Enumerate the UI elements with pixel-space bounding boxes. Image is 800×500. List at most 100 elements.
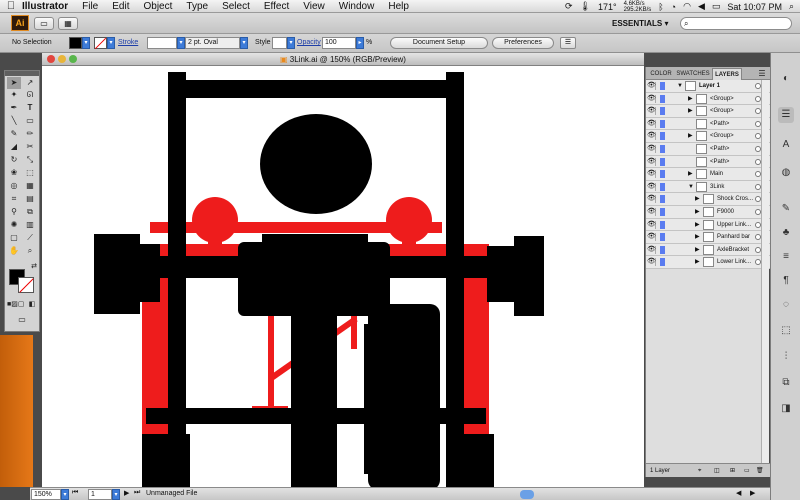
menu-file[interactable]: File xyxy=(82,1,98,12)
new-sublayer-icon[interactable]: ⊞ xyxy=(730,464,735,478)
layer-row[interactable]: 👁 ▶ F9000 xyxy=(646,206,770,219)
layer-row[interactable]: 👁 <Path> xyxy=(646,117,770,131)
character-panel-icon[interactable]: A xyxy=(778,137,794,153)
differential-top[interactable] xyxy=(262,234,368,246)
zoom-window-icon[interactable] xyxy=(69,55,77,63)
screen-mode-icon[interactable]: ▭ xyxy=(15,314,29,326)
scissors-tool-icon[interactable]: ✂ xyxy=(23,141,37,153)
tab-layers[interactable]: LAYERS xyxy=(712,68,742,80)
fill-dropdown[interactable]: ▾ xyxy=(82,37,90,49)
visibility-eye-icon[interactable]: 👁 xyxy=(647,94,656,103)
opacity-field[interactable]: 100 xyxy=(322,37,356,49)
shape-builder-tool-icon[interactable]: ◎ xyxy=(7,180,21,192)
minimize-window-icon[interactable] xyxy=(58,55,66,63)
right-wheel-hub[interactable] xyxy=(514,236,544,316)
perspective-grid-tool-icon[interactable]: ▦ xyxy=(23,180,37,192)
zoom-tool-icon[interactable]: ⌕ xyxy=(23,245,37,257)
visibility-eye-icon[interactable]: 👁 xyxy=(647,220,656,229)
color-panel-icon[interactable]: ◐ xyxy=(778,71,794,87)
artboard-canvas[interactable] xyxy=(42,66,644,500)
swap-colors-icon[interactable]: ⇄ xyxy=(27,261,41,273)
arrange-documents-button[interactable]: ▦ xyxy=(58,17,78,30)
file-status[interactable]: Unmanaged File xyxy=(146,490,197,497)
next-artboard-icon[interactable]: ▶ xyxy=(124,489,129,497)
tire-bracket[interactable] xyxy=(364,324,372,474)
zoom-dropdown[interactable]: ▾ xyxy=(61,489,69,500)
center-red-link-left[interactable] xyxy=(268,309,274,415)
layer-row[interactable]: 👁 ▶ AxleBracket xyxy=(646,243,770,257)
expand-triangle-icon[interactable]: ▶ xyxy=(695,219,700,231)
visibility-eye-icon[interactable]: 👁 xyxy=(647,145,656,153)
last-artboard-icon[interactable]: ⏭ xyxy=(134,489,140,497)
layer-row[interactable]: 👁 ▶ <Group> xyxy=(646,105,770,118)
menu-window[interactable]: Window xyxy=(339,1,375,12)
right-bottom-block[interactable] xyxy=(446,434,494,490)
sync-icon[interactable]: ⟳ xyxy=(565,1,573,12)
stroke-panel-icon[interactable]: ≡ xyxy=(778,249,794,265)
left-wheel-hub-inner[interactable] xyxy=(138,244,160,302)
expand-triangle-icon[interactable]: ▶ xyxy=(695,193,700,205)
transparency-panel-icon[interactable]: ◍ xyxy=(778,165,794,181)
layers-scrollbar[interactable] xyxy=(761,80,769,463)
selection-tool-icon[interactable]: ➤ xyxy=(7,77,21,89)
bluetooth-icon[interactable]: ᛒ xyxy=(658,2,663,12)
expand-triangle-icon[interactable]: ▼ xyxy=(688,181,694,193)
left-frame-rail[interactable] xyxy=(168,72,186,487)
fill-swatch[interactable] xyxy=(69,37,82,49)
paragraph-panel-icon[interactable]: ¶ xyxy=(778,273,794,289)
layer-row[interactable]: 👁 ▶ <Group> xyxy=(646,130,770,143)
volume-icon[interactable]: ◀ xyxy=(698,1,705,12)
layers-panel-icon[interactable]: ☰ xyxy=(778,107,794,123)
menu-edit[interactable]: Edit xyxy=(112,1,129,12)
pencil-tool-icon[interactable]: ✏ xyxy=(23,128,37,140)
horizontal-scroll-thumb[interactable] xyxy=(520,490,534,499)
expand-triangle-icon[interactable]: ▶ xyxy=(695,244,700,256)
blob-brush-tool-icon[interactable]: ◢ xyxy=(7,141,21,153)
rotate-tool-icon[interactable]: ↻ xyxy=(7,154,21,166)
app-menu[interactable]: Illustrator xyxy=(22,1,68,12)
expand-triangle-icon[interactable]: ▶ xyxy=(688,130,693,142)
visibility-eye-icon[interactable]: 👁 xyxy=(647,157,656,166)
expand-triangle-icon[interactable]: ▶ xyxy=(695,231,700,243)
line-tool-icon[interactable]: ╲ xyxy=(7,115,21,127)
round-tank[interactable] xyxy=(260,114,372,214)
expand-triangle-icon[interactable]: ▶ xyxy=(688,168,693,180)
locate-object-icon[interactable]: ⌖ xyxy=(698,464,701,478)
brush-dropdown[interactable]: ▾ xyxy=(240,37,248,49)
workspace-switcher[interactable]: ESSENTIALS ▾ xyxy=(612,17,668,30)
tools-panel-header[interactable] xyxy=(5,71,39,76)
mesh-tool-icon[interactable]: ⌗ xyxy=(7,193,21,205)
rectangle-tool-icon[interactable]: ▭ xyxy=(23,115,37,127)
symbol-sprayer-tool-icon[interactable]: ✺ xyxy=(7,219,21,231)
visibility-eye-icon[interactable]: 👁 xyxy=(647,258,656,267)
scale-tool-icon[interactable]: ⤡ xyxy=(23,154,37,166)
tire[interactable] xyxy=(368,304,440,490)
appearance-panel-icon[interactable]: ◨ xyxy=(778,401,794,417)
stroke-weight-field[interactable] xyxy=(147,37,177,49)
column-graph-tool-icon[interactable]: ▥ xyxy=(23,219,37,231)
stroke-color-box[interactable] xyxy=(18,277,34,293)
bridge-button[interactable]: ▭ xyxy=(34,17,54,30)
clock-icon[interactable]: ◔ xyxy=(671,2,676,12)
close-window-icon[interactable] xyxy=(47,55,55,63)
stroke-dropdown[interactable]: ▾ xyxy=(107,37,115,49)
panel-menu-icon[interactable]: ☰ xyxy=(756,68,768,80)
center-stem[interactable] xyxy=(291,306,337,500)
visibility-eye-icon[interactable]: 👁 xyxy=(647,245,656,254)
preferences-button[interactable]: Preferences xyxy=(492,37,554,49)
artboard-field[interactable]: 1 xyxy=(88,489,112,500)
scroll-left-arrow-icon[interactable]: ◀ xyxy=(736,489,741,497)
menu-view[interactable]: View xyxy=(303,1,325,12)
visibility-eye-icon[interactable]: 👁 xyxy=(647,107,656,116)
layer-row[interactable]: 👁 ▶ Main xyxy=(646,168,770,181)
stroke-panel-link[interactable]: Stroke xyxy=(118,37,138,49)
visibility-eye-icon[interactable]: 👁 xyxy=(647,82,656,90)
type-tool-icon[interactable]: T xyxy=(23,102,37,114)
magic-wand-tool-icon[interactable]: ✦ xyxy=(7,89,21,101)
make-clipping-mask-icon[interactable]: ◫ xyxy=(714,464,720,478)
top-crossmember[interactable] xyxy=(168,80,464,98)
tab-color[interactable]: COLOR xyxy=(648,68,674,80)
differential-housing[interactable] xyxy=(238,242,390,316)
stroke-swatch[interactable] xyxy=(94,37,107,50)
expand-triangle-icon[interactable]: ▶ xyxy=(688,105,693,117)
